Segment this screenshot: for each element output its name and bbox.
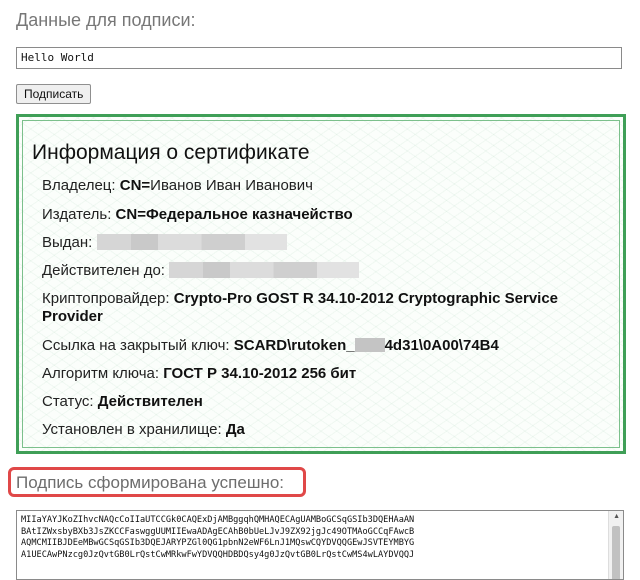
issued-redacted — [96, 234, 287, 250]
provider-value-line1: Crypto-Pro GOST R 34.10-2012 Cryptograph… — [173, 290, 559, 307]
issuer-value: CN=Федеральное казначейство — [115, 206, 353, 223]
owner-value: Иванов Иван Иванович — [150, 177, 313, 194]
algorithm-label: Алгоритм ключа: — [42, 365, 160, 382]
key-link-redacted — [354, 338, 385, 352]
provider-row: Криптопровайдер: Crypto-Pro GOST R 34.10… — [42, 290, 612, 326]
certificate-panel: Информация о сертификате Владелец: CN=Ив… — [16, 114, 626, 454]
valid-to-redacted — [169, 262, 360, 278]
provider-value-line2: Provider — [42, 308, 103, 325]
certificate-title: Информация о сертификате — [32, 141, 310, 164]
issuer-row: Издатель: CN=Федеральное казначейство — [42, 206, 353, 223]
status-row: Статус: Действителен — [42, 393, 203, 410]
owner-row: Владелец: CN=Иванов Иван Иванович — [42, 177, 313, 194]
owner-prefix: CN= — [119, 177, 151, 194]
issuer-label: Издатель: — [42, 206, 112, 223]
status-value: Действителен — [97, 393, 203, 410]
scroll-up-arrow-icon[interactable]: ▲ — [613, 513, 620, 520]
store-label: Установлен в хранилище: — [42, 421, 222, 438]
store-row: Установлен в хранилище: Да — [42, 421, 245, 438]
valid-to-label: Действителен до: — [42, 262, 165, 279]
key-link-suffix: 4d31\0A00\74B4 — [384, 337, 499, 354]
signature-text: MIIaYAYJKoZIhvcNAQcCoIIaUTCCGk0CAQExDjAM… — [21, 515, 415, 560]
data-input[interactable]: Hello World — [16, 47, 622, 69]
key-link-row: Ссылка на закрытый ключ: SCARD\rutoken_ 4… — [42, 337, 499, 354]
store-value: Да — [225, 421, 245, 438]
sign-button[interactable]: Подписать — [16, 84, 92, 104]
issued-row: Выдан: — [42, 234, 287, 251]
status-label: Статус: — [42, 393, 94, 410]
algorithm-row: Алгоритм ключа: ГОСТ Р 34.10-2012 256 би… — [42, 365, 356, 382]
data-label: Данные для подписи: — [16, 10, 196, 30]
success-message: Подпись сформирована успешно: — [16, 473, 285, 492]
provider-label: Криптопровайдер: — [42, 290, 170, 307]
algorithm-value: ГОСТ Р 34.10-2012 256 бит — [163, 365, 357, 382]
valid-to-row: Действителен до: — [42, 262, 360, 279]
key-link-prefix: SCARD\rutoken_ — [233, 337, 355, 354]
scroll-thumb[interactable] — [612, 526, 620, 579]
owner-label: Владелец: — [42, 177, 116, 194]
issued-label: Выдан: — [42, 234, 93, 251]
key-link-label: Ссылка на закрытый ключ: — [42, 337, 230, 354]
signature-textarea[interactable]: MIIaYAYJKoZIhvcNAQcCoIIaUTCCGk0CAQExDjAM… — [16, 510, 624, 580]
signature-scrollbar[interactable]: ▲ — [608, 511, 623, 579]
